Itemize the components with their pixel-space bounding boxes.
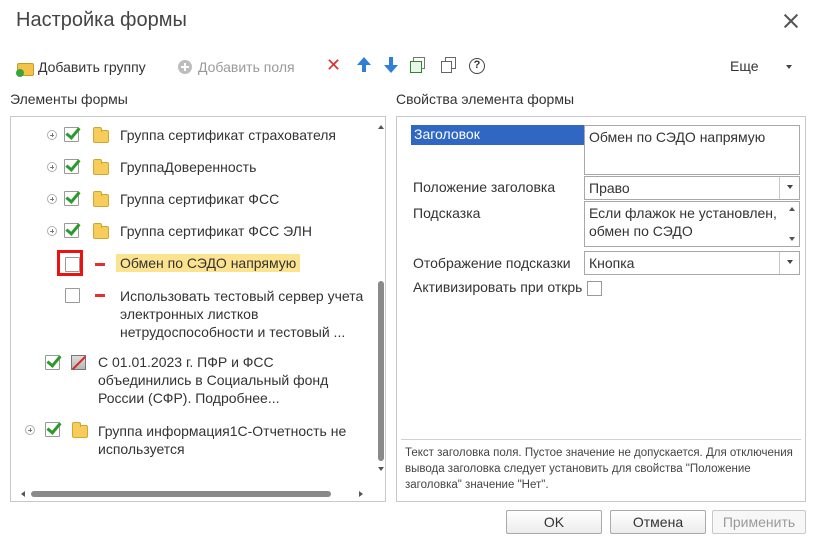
caption-position-select[interactable]: Право <box>584 176 800 200</box>
more-button[interactable]: Еще <box>730 58 759 74</box>
folder-icon <box>93 191 109 207</box>
checkbox[interactable] <box>65 288 80 303</box>
window-title: Настройка формы <box>16 9 187 31</box>
tree-item-label[interactable]: Группа сертификат ФСС <box>120 190 279 208</box>
checkbox[interactable] <box>64 223 79 238</box>
tree-item-label-line[interactable]: России (СФР). Подробнее... <box>98 389 280 407</box>
folder-icon <box>72 422 88 438</box>
tree-item-label-line[interactable]: Группа информация1С-Отчетность не <box>98 422 346 440</box>
tooltip-field[interactable]: Если флажок не установлен, обмен по СЭДО <box>584 201 800 247</box>
activate-label: Активизировать при откры <box>413 279 583 295</box>
highlight-frame <box>57 250 83 276</box>
tooltip-display-value: Кнопка <box>589 255 635 271</box>
tree-item-label-line[interactable]: С 01.01.2023 г. ПФР и ФСС <box>98 353 274 371</box>
tree-item-label-line[interactable]: электронных листков <box>120 305 258 323</box>
close-icon[interactable] <box>780 10 802 32</box>
folder-icon <box>93 159 109 175</box>
title-bar: Настройка формы <box>0 0 816 44</box>
caption-position-value: Право <box>589 180 630 196</box>
cancel-button[interactable]: Отмена <box>610 510 706 534</box>
field-icon <box>95 263 105 266</box>
scroll-thumb[interactable] <box>378 281 384 461</box>
divider <box>401 439 801 440</box>
expand-icon[interactable] <box>47 226 57 236</box>
tooltip-label: Подсказка <box>413 205 481 221</box>
move-up-icon[interactable] <box>355 56 373 74</box>
checkbox[interactable] <box>45 422 60 437</box>
caption-label[interactable]: Заголовок <box>411 125 584 145</box>
expand-icon[interactable] <box>25 425 35 435</box>
folder-plus-icon <box>16 59 34 77</box>
scroll-down-icon[interactable] <box>378 467 384 471</box>
tooltip-display-select[interactable]: Кнопка <box>584 251 800 275</box>
checkbox[interactable] <box>64 191 79 206</box>
property-hint: Текст заголовка поля. Пустое значение не… <box>405 447 793 491</box>
circle-plus-icon <box>178 60 192 74</box>
expand-icon[interactable] <box>47 194 57 204</box>
help-icon[interactable]: ? <box>469 58 485 74</box>
properties-panel: Заголовок Обмен по СЭДО напрямую Положен… <box>396 116 806 502</box>
field-icon <box>95 294 105 297</box>
expand-icon[interactable] <box>47 130 57 140</box>
caption-field[interactable]: Обмен по СЭДО напрямую <box>584 125 800 175</box>
delete-icon[interactable]: ✕ <box>326 56 344 74</box>
chevron-down-icon[interactable] <box>786 65 792 69</box>
decoration-icon <box>71 355 86 370</box>
checkbox[interactable] <box>45 355 60 370</box>
scroll-up-icon[interactable] <box>378 125 384 129</box>
tree-item-label-selected[interactable]: Обмен по СЭДО напрямую <box>116 254 301 272</box>
caption-position-label: Положение заголовка <box>413 179 556 195</box>
add-field-label: Добавить поля <box>198 59 295 75</box>
tooltip-line: обмен по СЭДО <box>589 223 693 239</box>
chevron-down-icon[interactable] <box>779 177 799 199</box>
tree-item-label[interactable]: Группа сертификат ФСС ЭЛН <box>120 222 312 240</box>
scroll-right-icon[interactable] <box>359 491 363 497</box>
apply-button[interactable]: Применить <box>712 510 806 534</box>
properties-panel-title: Свойства элемента формы <box>396 91 575 107</box>
expand-icon[interactable] <box>47 162 57 172</box>
add-group-button[interactable]: Добавить группу <box>16 56 146 78</box>
tree-item-label[interactable]: ГруппаДоверенность <box>120 158 256 176</box>
form-elements-tree[interactable]: Группа сертификат страхователя ГруппаДов… <box>10 116 386 502</box>
folder-icon <box>93 127 109 143</box>
tree-item-label-line[interactable]: Использовать тестовый сервер учета <box>120 287 363 305</box>
vertical-scrollbar[interactable] <box>375 117 385 501</box>
tree-item-label-line[interactable]: используется <box>98 440 185 458</box>
move-down-icon[interactable] <box>382 56 400 74</box>
scroll-thumb[interactable] <box>31 491 331 497</box>
checkbox[interactable] <box>64 127 79 142</box>
folder-icon <box>93 223 109 239</box>
tree-item-label-line[interactable]: нетрудоспособности и тестовый ... <box>120 323 345 341</box>
tree-item-label[interactable]: Группа сертификат страхователя <box>120 126 336 144</box>
activate-checkbox[interactable] <box>587 281 602 296</box>
ok-button[interactable]: OK <box>506 510 602 534</box>
add-field-button[interactable]: Добавить поля <box>178 56 295 78</box>
tooltip-line: Если флажок не установлен, <box>589 205 777 221</box>
copy-icon[interactable] <box>440 56 458 74</box>
check-all-icon[interactable] <box>410 56 428 74</box>
checkbox[interactable] <box>64 159 79 174</box>
chevron-down-icon[interactable] <box>779 252 799 274</box>
tree-item-label-line[interactable]: объединились в Социальный фонд <box>98 371 328 389</box>
scroll-left-icon[interactable] <box>21 491 25 497</box>
tooltip-display-label: Отображение подсказки <box>413 255 571 271</box>
scroll-down-icon[interactable] <box>789 237 795 241</box>
elements-panel-title: Элементы формы <box>10 91 128 107</box>
add-group-label: Добавить группу <box>38 59 146 75</box>
horizontal-scrollbar[interactable] <box>11 487 375 501</box>
scroll-up-icon[interactable] <box>789 207 795 211</box>
